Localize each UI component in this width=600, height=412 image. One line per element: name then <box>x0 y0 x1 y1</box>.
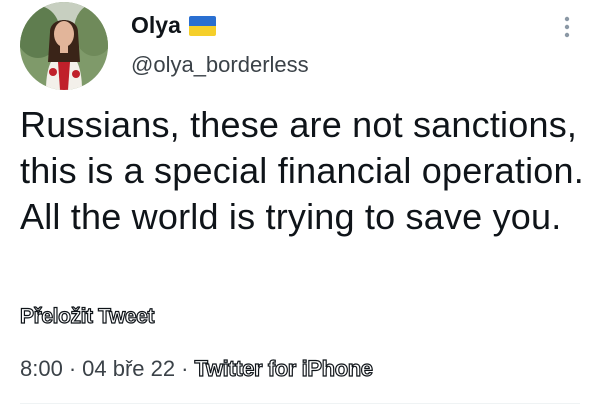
more-options-icon <box>564 16 570 38</box>
meta-separator: · <box>181 356 189 381</box>
tweet-time[interactable]: 8:00 <box>20 356 63 381</box>
ukraine-flag-icon <box>188 16 216 36</box>
tweet-text: Russians, these are not sanctions, this … <box>20 104 584 237</box>
avatar[interactable] <box>20 2 108 90</box>
tweet-date[interactable]: 04 bře 22 <box>82 356 175 381</box>
user-handle[interactable]: @olya_borderless <box>131 50 309 80</box>
tweet-meta: 8:00 · 04 bře 22 · Twitter for iPhone <box>20 355 374 383</box>
display-name-row: Olya <box>131 10 216 40</box>
translate-tweet-link[interactable]: Přeložit Tweet <box>19 304 155 330</box>
avatar-image <box>20 2 108 90</box>
display-name[interactable]: Olya <box>131 10 181 40</box>
divider <box>20 403 580 404</box>
tweet-card: Olya @olya_borderless Russians, these ar… <box>0 0 600 412</box>
more-options-button[interactable] <box>552 12 582 42</box>
meta-separator: · <box>68 356 77 381</box>
tweet-source-link[interactable]: Twitter for iPhone <box>194 355 374 381</box>
